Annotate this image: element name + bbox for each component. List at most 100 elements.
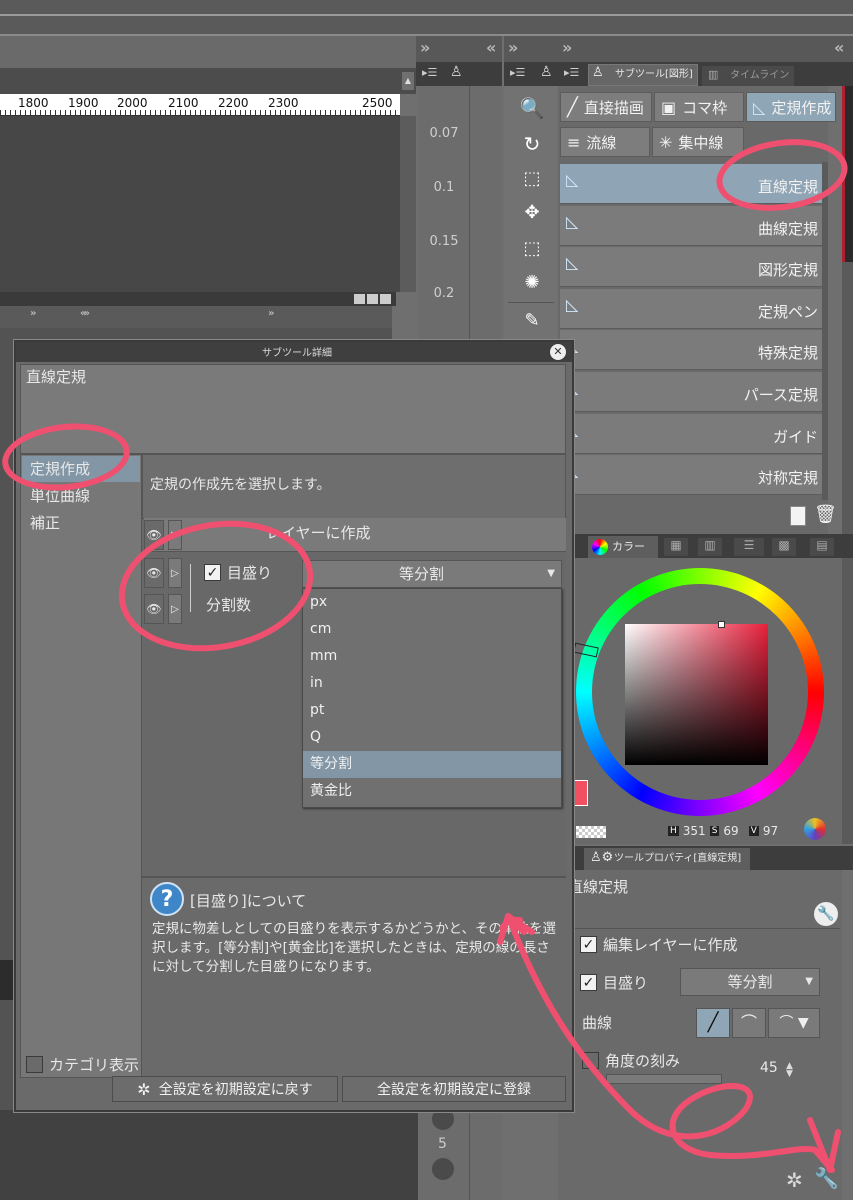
eyedropper-tool-icon[interactable]: ✎ xyxy=(518,306,546,334)
new-subtool-icon[interactable] xyxy=(790,506,806,526)
main-color-swatch[interactable] xyxy=(572,780,588,806)
ruler-mark xyxy=(260,110,261,115)
color-wheel-icon xyxy=(592,539,608,555)
ruler-mark xyxy=(5,110,6,115)
menu-icon[interactable]: ▸☰ xyxy=(422,66,437,79)
subtool-item[interactable]: ◺特殊定規 xyxy=(560,330,822,371)
pen-icon: ♙ xyxy=(450,64,463,80)
ruler-mark xyxy=(130,110,131,115)
transparent-swatch[interactable] xyxy=(576,826,606,838)
approximate-tab[interactable]: ▩ xyxy=(772,538,796,556)
ruler-tick: 1900 xyxy=(68,96,99,110)
collapse-chevrons[interactable]: «» xyxy=(80,308,90,319)
dropdown-option[interactable]: Q xyxy=(303,724,561,751)
dropdown-option[interactable]: in xyxy=(303,670,561,697)
dropdown-option[interactable]: 等分割 xyxy=(303,751,561,778)
collapse-chevrons[interactable]: » xyxy=(268,308,275,319)
sv-cursor[interactable] xyxy=(718,621,725,628)
intermediate-tab[interactable]: ▥ xyxy=(698,538,722,556)
subtool-tab-ruler[interactable]: ◺ 定規作成 xyxy=(746,92,836,122)
ruler-mark xyxy=(195,110,196,115)
subtool-item[interactable]: ◺ 図形定規 xyxy=(560,247,822,288)
scroll-up-arrow[interactable]: ▲ xyxy=(402,72,414,90)
subtool-item-label: パース定規 xyxy=(743,386,818,404)
rotation-value: 0.07 xyxy=(429,126,459,141)
ruler-tick: 2200 xyxy=(218,96,249,110)
category-list xyxy=(20,454,142,1078)
subtool-tab-streamline[interactable]: ≡ 流線 xyxy=(560,127,650,157)
ruler-mark xyxy=(335,110,336,115)
collapse-chevrons[interactable]: « xyxy=(486,38,496,57)
ruler-mark xyxy=(45,110,46,115)
dropdown-option[interactable]: px xyxy=(303,589,561,616)
menu-icon[interactable]: ▸☰ xyxy=(510,66,525,79)
ruler-mark xyxy=(160,110,161,115)
canvas[interactable] xyxy=(0,116,400,292)
ruler-mark xyxy=(30,110,31,115)
ruler-mark xyxy=(275,110,276,115)
collapse-chevrons[interactable]: » xyxy=(30,308,37,319)
reset-defaults-button[interactable]: ✲ 全設定を初期設定に戻す xyxy=(112,1076,338,1102)
frame-icon: ▣ xyxy=(661,97,677,117)
slider-tab[interactable]: ☰ xyxy=(734,538,764,556)
subtool-item[interactable]: ◺ガイド xyxy=(560,413,822,454)
subtool-scrollbar[interactable] xyxy=(822,162,828,500)
ruler-mark xyxy=(80,110,81,115)
scale-dropdown[interactable]: 等分割 ▼ xyxy=(302,560,562,588)
history-tab[interactable]: ▤ xyxy=(810,538,834,556)
color-mode-icon[interactable] xyxy=(804,818,826,840)
dropdown-option[interactable]: mm xyxy=(303,643,561,670)
tool-icon: ♙ xyxy=(540,64,553,80)
subtool-item[interactable]: ◺ 定規ペン xyxy=(560,288,822,329)
tool-separator xyxy=(508,302,554,303)
subtool-item[interactable]: ◺対称定規 xyxy=(560,455,822,496)
rotate-tool-icon[interactable]: ↻ xyxy=(518,130,546,158)
dropdown-option[interactable]: cm xyxy=(303,616,561,643)
subtool-tab-frame[interactable]: ▣ コマ枠 xyxy=(654,92,744,122)
color-set-tab[interactable]: ▦ xyxy=(664,538,688,556)
strip-circle[interactable] xyxy=(432,1158,454,1180)
line-icon: ╱ xyxy=(567,96,578,118)
expand-chevrons[interactable]: » xyxy=(562,38,572,57)
menu-icon[interactable]: ▸☰ xyxy=(564,66,579,79)
category-toggle-row[interactable]: カテゴリ表示 xyxy=(26,1054,139,1075)
ruler-mark xyxy=(270,110,271,115)
focus-lines-icon: ✳ xyxy=(659,132,673,152)
selection-tool-icon[interactable]: ⬚ xyxy=(518,234,546,262)
zoom-tool-icon[interactable]: 🔍 xyxy=(518,94,546,122)
dropdown-option[interactable]: 黄金比 xyxy=(303,778,561,805)
subtool-item[interactable]: ◺パース定規 xyxy=(560,372,822,412)
subtool-footer xyxy=(558,500,828,534)
subtool-tab-direct-draw[interactable]: ╱ 直接描画 xyxy=(560,92,652,122)
move-tool-icon[interactable]: ✥ xyxy=(518,198,546,226)
magic-wand-icon[interactable]: ✺ xyxy=(518,268,546,296)
ruler-mark xyxy=(385,110,386,115)
subtool-item-label: ガイド xyxy=(772,427,818,446)
expand-chevrons[interactable]: » xyxy=(420,38,430,57)
object-tool-icon[interactable]: ⬚ xyxy=(518,164,546,192)
ruler-mark xyxy=(340,110,341,115)
ruler-mark xyxy=(225,110,226,115)
ruler-mark xyxy=(10,110,11,115)
subtool-tab[interactable]: サブツール[図形] xyxy=(588,64,698,86)
subtool-item[interactable]: ◺ 曲線定規 xyxy=(560,205,822,246)
expand-chevrons[interactable]: » xyxy=(508,38,518,57)
subtool-tab-focus-lines[interactable]: ✳ 集中線 xyxy=(652,127,744,157)
window-controls[interactable] xyxy=(354,294,394,304)
ruler-mark xyxy=(55,110,56,115)
saturation-value-square[interactable] xyxy=(625,624,768,765)
dropdown-option[interactable]: pt xyxy=(303,697,561,724)
close-icon[interactable]: ✕ xyxy=(550,344,566,360)
collapse-chevrons[interactable]: « xyxy=(834,38,844,57)
ruler-mark xyxy=(375,110,376,115)
ruler-tick: 1800 xyxy=(18,96,49,110)
canvas-scrollbar[interactable] xyxy=(400,116,416,292)
category-toggle-checkbox[interactable] xyxy=(26,1056,43,1073)
streamline-icon: ≡ xyxy=(567,132,581,152)
ruler-mark xyxy=(135,110,136,115)
ruler-mark xyxy=(380,110,381,115)
dialog-title: サブツール詳細 xyxy=(262,348,332,359)
trash-icon[interactable]: 🗑 xyxy=(814,504,837,525)
category-item[interactable]: 補正 xyxy=(22,510,140,536)
ruler-mark xyxy=(90,110,91,115)
